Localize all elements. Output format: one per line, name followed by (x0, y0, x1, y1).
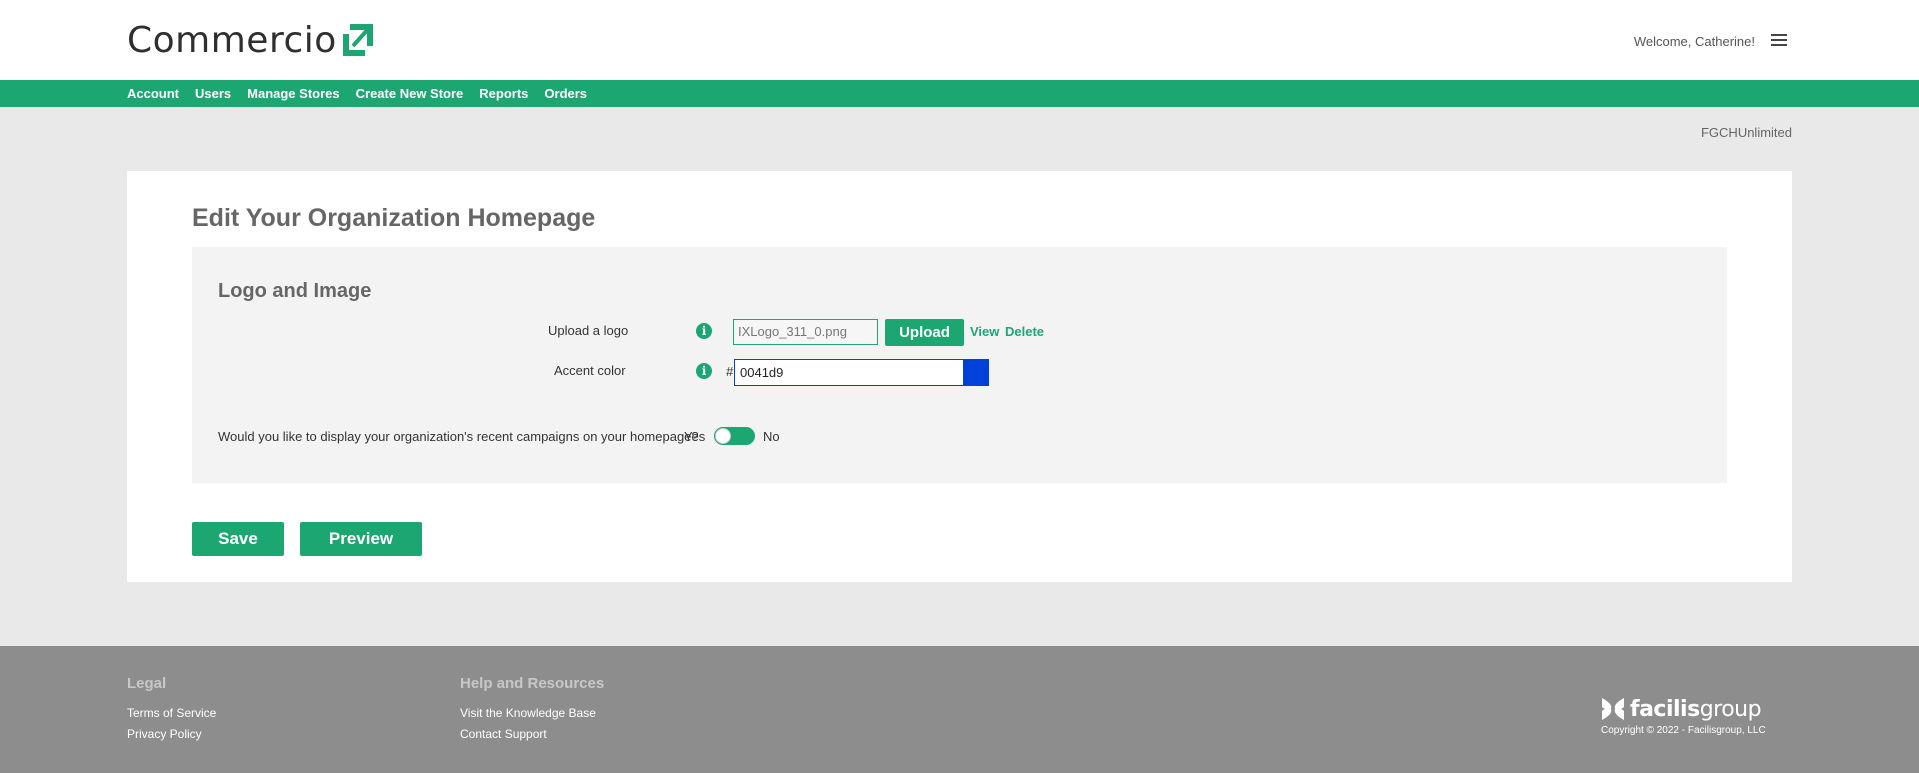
edit-homepage-card: Edit Your Organization Homepage Logo and… (127, 171, 1792, 582)
preview-button[interactable]: Preview (300, 522, 422, 556)
nav-item-reports[interactable]: Reports (479, 86, 528, 101)
save-button[interactable]: Save (192, 522, 284, 556)
nav-item-users[interactable]: Users (195, 86, 231, 101)
view-logo-link[interactable]: View (970, 324, 999, 339)
logo-info-icon[interactable]: i (696, 323, 712, 339)
nav-item-create-new-store[interactable]: Create New Store (356, 86, 464, 101)
app-header: Commercio Welcome, Catherine! (0, 0, 1919, 80)
main-nav: Account Users Manage Stores Create New S… (0, 80, 1919, 107)
section-title: Logo and Image (218, 280, 372, 302)
accent-color-input[interactable] (734, 359, 965, 386)
terms-link[interactable]: Terms of Service (127, 706, 216, 720)
hash-prefix: # (726, 364, 734, 379)
facilisgroup-logo: facilisgroup (1600, 696, 1762, 722)
footer: Legal Terms of Service Privacy Policy He… (0, 646, 1919, 773)
legal-heading: Legal (127, 675, 167, 692)
commercio-logo[interactable]: Commercio (127, 18, 375, 62)
nav-item-orders[interactable]: Orders (544, 86, 587, 101)
help-heading: Help and Resources (460, 675, 605, 692)
nav-item-account[interactable]: Account (127, 86, 179, 101)
toggle-knob (715, 428, 731, 444)
upload-button[interactable]: Upload (885, 319, 964, 346)
accent-color-label: Accent color (554, 363, 626, 378)
facilisgroup-wordmark: facilisgroup (1630, 696, 1762, 722)
knowledge-base-link[interactable]: Visit the Knowledge Base (460, 706, 596, 720)
welcome-message: Welcome, Catherine! (1633, 34, 1755, 49)
commercio-logo-mark-icon (342, 24, 373, 56)
organization-name: FGCHUnlimited (1700, 125, 1792, 140)
privacy-link[interactable]: Privacy Policy (127, 727, 202, 741)
hamburger-menu-icon[interactable] (1771, 34, 1787, 48)
accent-info-icon[interactable]: i (696, 363, 712, 379)
campaigns-toggle[interactable] (714, 427, 755, 445)
campaigns-question: Would you like to display your organizat… (218, 429, 699, 444)
contact-support-link[interactable]: Contact Support (460, 727, 547, 741)
accent-color-swatch[interactable] (963, 359, 989, 386)
logo-file-field[interactable]: IXLogo_311_0.png (733, 319, 878, 345)
brand-name: Commercio (127, 19, 337, 61)
page-title: Edit Your Organization Homepage (192, 204, 596, 232)
toggle-no-label: No (763, 429, 780, 444)
upload-logo-label: Upload a logo (548, 323, 629, 338)
logo-image-panel: Logo and Image Upload a logo i IXLogo_31… (192, 247, 1727, 483)
delete-logo-link[interactable]: Delete (1005, 324, 1044, 339)
copyright: Copyright © 2022 - Facilisgroup, LLC (1601, 725, 1766, 736)
toggle-yes-label: Yes (684, 429, 706, 444)
nav-item-manage-stores[interactable]: Manage Stores (247, 86, 339, 101)
facilisgroup-logo-mark-icon (1602, 698, 1624, 720)
